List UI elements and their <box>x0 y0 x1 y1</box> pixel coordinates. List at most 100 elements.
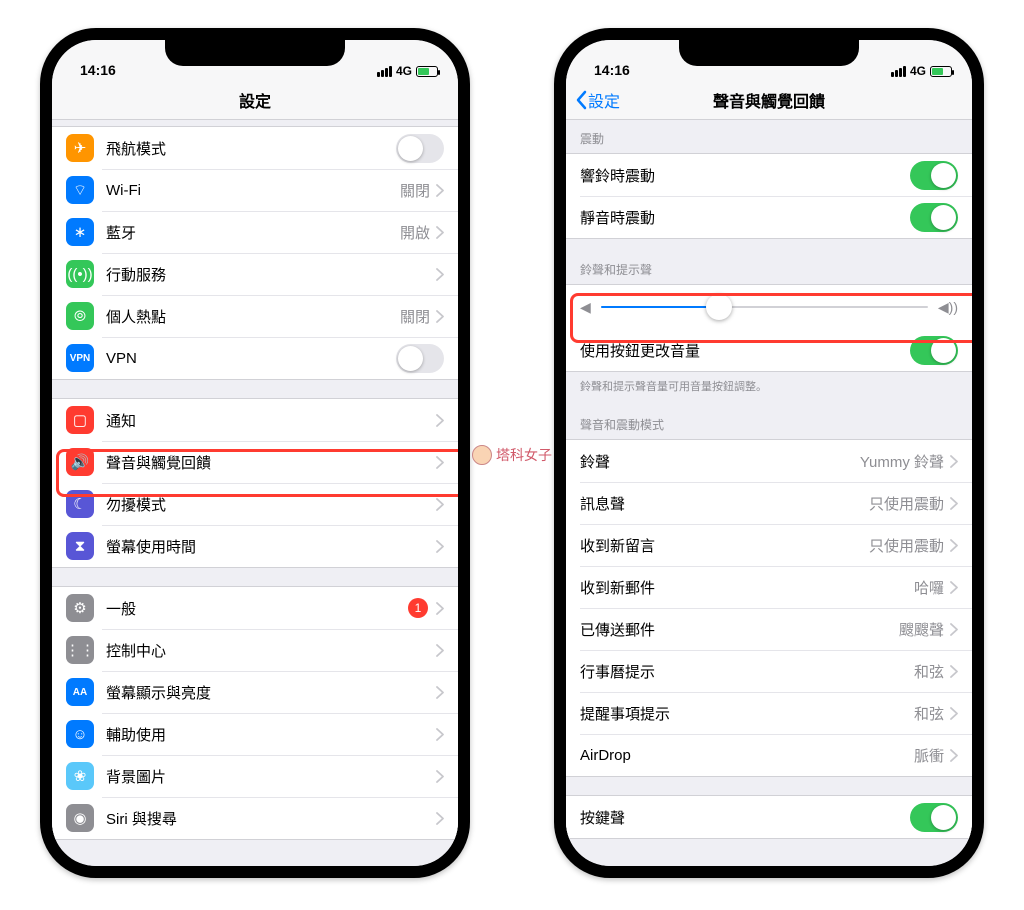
status-time: 14:16 <box>80 62 116 78</box>
toggle-switch[interactable] <box>910 203 958 232</box>
chevron-right-icon <box>950 665 958 678</box>
hourglass-icon: ⧗ <box>66 532 94 560</box>
row-value: 和弦 <box>914 703 944 724</box>
row-label: 一般 <box>106 598 408 619</box>
row-label: Siri 與搜尋 <box>106 808 436 829</box>
chevron-right-icon <box>950 497 958 510</box>
row-label: 飛航模式 <box>106 138 396 159</box>
chevron-right-icon <box>436 498 444 511</box>
siri-icon: ◉ <box>66 804 94 832</box>
settings-row[interactable]: AirDrop脈衝 <box>566 734 972 776</box>
row-label: Wi-Fi <box>106 182 400 199</box>
settings-row[interactable]: 使用按鈕更改音量 <box>566 329 972 371</box>
settings-row[interactable]: ⚙ 一般1 <box>52 587 458 629</box>
row-label: 行事曆提示 <box>580 661 914 682</box>
row-value: 開啟 <box>400 222 430 243</box>
group-footer: 鈴聲和提示聲音量可用音量按鈕調整。 <box>566 372 972 394</box>
row-value: 只使用震動 <box>869 493 944 514</box>
volume-slider[interactable] <box>601 306 928 308</box>
chevron-right-icon <box>436 540 444 553</box>
moon-icon: ☾ <box>66 490 94 518</box>
settings-row[interactable]: 鈴聲Yummy 鈴聲 <box>566 440 972 482</box>
settings-row[interactable]: ❀背景圖片 <box>52 755 458 797</box>
row-value: 脈衝 <box>914 745 944 766</box>
settings-row[interactable]: 行事曆提示和弦 <box>566 650 972 692</box>
row-value: 只使用震動 <box>869 535 944 556</box>
row-label: AirDrop <box>580 747 914 764</box>
settings-row[interactable]: ((•))行動服務 <box>52 253 458 295</box>
settings-row[interactable]: ✈飛航模式 <box>52 127 458 169</box>
settings-row[interactable]: ☾ 勿擾模式 <box>52 483 458 525</box>
toggle-switch[interactable] <box>910 803 958 832</box>
settings-row[interactable]: 🔊聲音與觸覺回饋 <box>52 441 458 483</box>
gear-icon: ⚙ <box>66 594 94 622</box>
row-value: 哈囉 <box>914 577 944 598</box>
row-label: 收到新留言 <box>580 535 869 556</box>
settings-row[interactable]: ☺ 輔助使用 <box>52 713 458 755</box>
toggle-switch[interactable] <box>396 344 444 373</box>
row-label: 勿擾模式 <box>106 494 436 515</box>
volume-low-icon: ◀ <box>580 299 591 316</box>
battery-icon <box>930 66 952 77</box>
group-header: 聲音和震動模式 <box>566 412 972 439</box>
chevron-right-icon <box>950 539 958 552</box>
settings-row[interactable]: ∗藍牙開啟 <box>52 211 458 253</box>
row-value: 關閉 <box>400 180 430 201</box>
settings-row[interactable]: 訊息聲只使用震動 <box>566 482 972 524</box>
toggle-switch[interactable] <box>910 336 958 365</box>
chevron-right-icon <box>436 770 444 783</box>
network-label: 4G <box>910 64 926 78</box>
chevron-right-icon <box>950 749 958 762</box>
vpn-icon: VPN <box>66 344 94 372</box>
settings-row[interactable]: 靜音時震動 <box>566 196 972 238</box>
settings-row[interactable]: 響鈴時震動 <box>566 154 972 196</box>
chevron-right-icon <box>950 581 958 594</box>
group-header: 鈴聲和提示聲 <box>566 257 972 284</box>
row-label: 已傳送郵件 <box>580 619 899 640</box>
settings-row[interactable]: 提醒事項提示和弦 <box>566 692 972 734</box>
chevron-right-icon <box>436 226 444 239</box>
row-label: 個人熱點 <box>106 306 400 327</box>
row-label: 響鈴時震動 <box>580 165 910 186</box>
watermark-text: 塔科女子 <box>496 445 552 465</box>
settings-row[interactable]: ⦾個人熱點關閉 <box>52 295 458 337</box>
avatar-icon <box>472 445 492 465</box>
settings-row[interactable]: AA螢幕顯示與亮度 <box>52 671 458 713</box>
badge: 1 <box>408 598 428 618</box>
settings-row[interactable]: 收到新郵件哈囉 <box>566 566 972 608</box>
row-label: 收到新郵件 <box>580 577 914 598</box>
accessibility-icon: ☺ <box>66 720 94 748</box>
row-label: 輔助使用 <box>106 724 436 745</box>
row-value: 關閉 <box>400 306 430 327</box>
group-header: 震動 <box>566 126 972 153</box>
signal-icon <box>377 66 392 77</box>
settings-row[interactable]: VPNVPN <box>52 337 458 379</box>
chevron-right-icon <box>436 686 444 699</box>
notch <box>679 40 859 66</box>
row-label: 通知 <box>106 410 436 431</box>
notch <box>165 40 345 66</box>
settings-row[interactable]: 已傳送郵件颼颼聲 <box>566 608 972 650</box>
chevron-right-icon <box>436 728 444 741</box>
back-button[interactable]: 設定 <box>574 80 620 119</box>
chevron-left-icon <box>574 90 588 110</box>
volume-high-icon: ◀)) <box>938 299 958 316</box>
row-label: 聲音與觸覺回饋 <box>106 452 436 473</box>
settings-row[interactable]: ◉ Siri 與搜尋 <box>52 797 458 839</box>
phone-left: 14:16 4G 設定 ✈飛航模式⌔Wi-Fi關閉∗藍牙開啟((•))行動服務⦾… <box>40 28 470 878</box>
settings-row[interactable]: ⧗螢幕使用時間 <box>52 525 458 567</box>
settings-row[interactable]: 按鍵聲 <box>566 796 972 838</box>
settings-row[interactable]: ▢ 通知 <box>52 399 458 441</box>
settings-row[interactable]: ⌔Wi-Fi關閉 <box>52 169 458 211</box>
settings-row[interactable]: 收到新留言只使用震動 <box>566 524 972 566</box>
chevron-right-icon <box>436 602 444 615</box>
watermark: 塔科女子 <box>472 445 552 465</box>
toggle-switch[interactable] <box>396 134 444 163</box>
row-label: 提醒事項提示 <box>580 703 914 724</box>
settings-row[interactable]: ⋮⋮控制中心 <box>52 629 458 671</box>
row-value: 和弦 <box>914 661 944 682</box>
toggle-switch[interactable] <box>910 161 958 190</box>
notification-icon: ▢ <box>66 406 94 434</box>
row-label: 按鍵聲 <box>580 807 910 828</box>
page-title: 設定 <box>239 88 271 112</box>
